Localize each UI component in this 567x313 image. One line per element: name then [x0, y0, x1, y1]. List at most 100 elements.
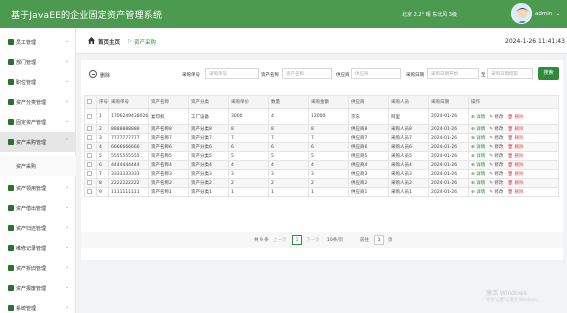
edit-button[interactable]: ✎ 修改 — [489, 172, 503, 177]
table-cell: 京东 — [348, 108, 389, 125]
row-checkbox[interactable] — [87, 135, 92, 140]
row-checkbox-cell[interactable] — [84, 178, 97, 188]
edit-button[interactable]: ✎ 修改 — [489, 115, 503, 120]
select-all-checkbox[interactable] — [87, 99, 92, 104]
row-checkbox[interactable] — [87, 144, 92, 149]
breadcrumb-home[interactable]: 首页主页 — [98, 38, 120, 46]
row-checkbox-cell[interactable] — [84, 108, 97, 125]
delete-button[interactable]: 🗑 删除 — [507, 115, 523, 120]
row-checkbox[interactable] — [87, 113, 92, 119]
detail-button[interactable]: ⊕ 详情 — [471, 172, 485, 177]
order-no-input[interactable]: 采购单号 — [205, 68, 259, 79]
chevron-down-icon[interactable]: ⌄ — [556, 11, 560, 17]
position-icon — [8, 79, 14, 85]
row-checkbox-cell[interactable] — [84, 169, 97, 179]
delete-button[interactable]: 🗑 删除 — [507, 136, 523, 141]
table-row[interactable]: 1 1706249438026 复印机 工厂设备 3000 4 12000 京东 阿里 2024-… — [84, 108, 559, 125]
delete-button[interactable]: 🗑 删除 — [507, 145, 523, 150]
sidebar-item-purchase[interactable]: 资产采购管理 ⌃ — [0, 132, 76, 152]
row-checkbox-cell[interactable] — [84, 124, 97, 134]
delete-circle-icon[interactable] — [89, 70, 97, 78]
sidebar-item-scrap[interactable]: 资产报废管理 ⌄ — [0, 278, 76, 298]
delete-button[interactable]: 🗑 删除 — [507, 190, 523, 195]
edit-button[interactable]: ✎ 修改 — [489, 127, 503, 132]
select-all-checkbox-cell[interactable] — [84, 95, 97, 109]
detail-button[interactable]: ⊕ 详情 — [471, 154, 485, 159]
row-checkbox[interactable] — [87, 126, 92, 131]
detail-button[interactable]: ⊕ 详情 — [471, 115, 485, 120]
detail-button[interactable]: ⊕ 详情 — [471, 190, 485, 195]
pagination-page-1[interactable]: 1 — [292, 235, 302, 245]
row-checkbox-cell[interactable] — [84, 160, 97, 170]
detail-button[interactable]: ⊕ 详情 — [471, 127, 485, 132]
delete-button[interactable]: 🗑 删除 — [507, 127, 523, 132]
windows-activation-hint: 转到"设置"以激活 Windows。 — [486, 297, 541, 302]
detail-button[interactable]: ⊕ 详情 — [471, 163, 485, 168]
row-checkbox-cell[interactable] — [84, 142, 97, 152]
supplier-input[interactable]: 供应商 — [351, 68, 401, 79]
batch-delete-button[interactable]: 删除 — [100, 72, 110, 79]
goto-page-input[interactable]: 1 — [374, 235, 384, 245]
search-button[interactable]: 搜索 — [538, 67, 559, 80]
row-checkbox-cell[interactable] — [84, 151, 97, 161]
date-start-input[interactable]: 采购日期开始 — [427, 68, 479, 79]
detail-button[interactable]: ⊕ 详情 — [471, 181, 485, 186]
sidebar-item-lending[interactable]: 资产借出管理 ⌄ — [0, 198, 76, 218]
sidebar-item-system[interactable]: 系统管理 ⌄ — [0, 298, 76, 313]
table-row[interactable]: 6 4444444444 资产名称4 资产分类4 4 4 4 供应商4 采购人员4 2024-01… — [84, 160, 559, 170]
delete-button[interactable]: 🗑 删除 — [507, 181, 523, 186]
sidebar-item-asset-category[interactable]: 资产分类管理 ⌄ — [0, 92, 76, 112]
purchase-icon — [8, 139, 14, 145]
edit-button[interactable]: ✎ 修改 — [489, 190, 503, 195]
table-row[interactable]: 3 7777777777 资产名称7 资产分类7 7 7 7 供应商7 采购人员7 2024-01… — [84, 133, 559, 143]
sidebar-item-employee[interactable]: 员工管理 ⌄ — [0, 32, 76, 52]
user-name[interactable]: admin — [535, 11, 552, 17]
table-row[interactable]: 4 6666666666 资产名称6 资产分类6 6 6 6 供应商6 采购人员6 2024-01… — [84, 142, 559, 152]
asset-name-input[interactable]: 资产名称 — [282, 68, 332, 79]
pagination-prev[interactable]: 上一页 — [273, 237, 287, 243]
edit-button[interactable]: ✎ 修改 — [489, 136, 503, 141]
sidebar-item-fixed-asset[interactable]: 固定资产管理 ⌄ — [0, 112, 76, 132]
row-checkbox[interactable] — [87, 189, 92, 194]
table-row[interactable]: 8 2222222222 资产名称2 资产分类2 2 2 2 供应商2 采购人员2 2024-01… — [84, 178, 559, 188]
table-cell: 4 — [228, 160, 269, 170]
table-cell: 1 — [268, 187, 309, 197]
row-checkbox[interactable] — [87, 153, 92, 158]
per-page-select[interactable]: 10条/页 — [327, 237, 343, 243]
windows-activation-watermark: 激活 Windows — [486, 290, 527, 297]
edit-button[interactable]: ✎ 修改 — [489, 181, 503, 186]
edit-button[interactable]: ✎ 修改 — [489, 154, 503, 159]
detail-button[interactable]: ⊕ 详情 — [471, 136, 485, 141]
sidebar-subitem-purchase[interactable]: 资产采购 — [0, 156, 76, 176]
table-row[interactable]: 2 8888888888 资产名称8 资产分类8 8 8 8 供应商8 采购人员8 2024-01… — [84, 124, 559, 134]
row-checkbox[interactable] — [87, 162, 92, 167]
table-row[interactable]: 5 5555555555 资产名称5 资产分类5 5 5 5 供应商5 采购人员5 2024-01… — [84, 151, 559, 161]
sidebar-item-depreciation[interactable]: 资产折旧管理 ⌄ — [0, 258, 76, 278]
row-checkbox-cell[interactable] — [84, 187, 97, 197]
sidebar: 员工管理 ⌄ 部门管理 ⌄ 职位管理 ⌄ 资产分类管理 ⌄ 固定资产管理 ⌄ 资… — [0, 28, 76, 313]
edit-button[interactable]: ✎ 修改 — [489, 163, 503, 168]
detail-button[interactable]: ⊕ 详情 — [471, 145, 485, 150]
delete-button[interactable]: 🗑 删除 — [507, 172, 523, 177]
row-checkbox[interactable] — [87, 180, 92, 185]
table-row[interactable]: 7 3333333333 资产名称3 资产分类3 3 3 3 供应商3 采购人员3 2024-01… — [84, 169, 559, 179]
table-cell: 资产名称5 — [148, 151, 189, 161]
table-row[interactable]: 9 1111111111 资产名称1 资产分类1 1 1 1 供应商1 采购人员1 2024-01… — [84, 187, 559, 197]
sidebar-item-position[interactable]: 职位管理 ⌄ — [0, 72, 76, 92]
table-cell: 2024-01-26 — [428, 160, 469, 170]
table-cell: 2024-01-26 — [428, 108, 469, 125]
avatar[interactable] — [511, 3, 532, 24]
sidebar-item-department[interactable]: 部门管理 ⌄ — [0, 52, 76, 72]
row-checkbox[interactable] — [87, 171, 92, 176]
sidebar-item-repair[interactable]: 维修记录管理 ⌄ — [0, 238, 76, 258]
table-cell: 采购人员3 — [388, 169, 429, 179]
edit-button[interactable]: ✎ 修改 — [489, 145, 503, 150]
date-end-input[interactable]: 采购日期结束 — [487, 68, 533, 79]
sidebar-item-return[interactable]: 资产归还管理 ⌄ — [0, 218, 76, 238]
department-icon — [8, 59, 14, 65]
delete-button[interactable]: 🗑 删除 — [507, 163, 523, 168]
pagination-next[interactable]: 下一页 — [306, 237, 320, 243]
sidebar-item-requisition[interactable]: 资产领用管理 ⌄ — [0, 178, 76, 198]
delete-button[interactable]: 🗑 删除 — [507, 154, 523, 159]
row-checkbox-cell[interactable] — [84, 133, 97, 143]
